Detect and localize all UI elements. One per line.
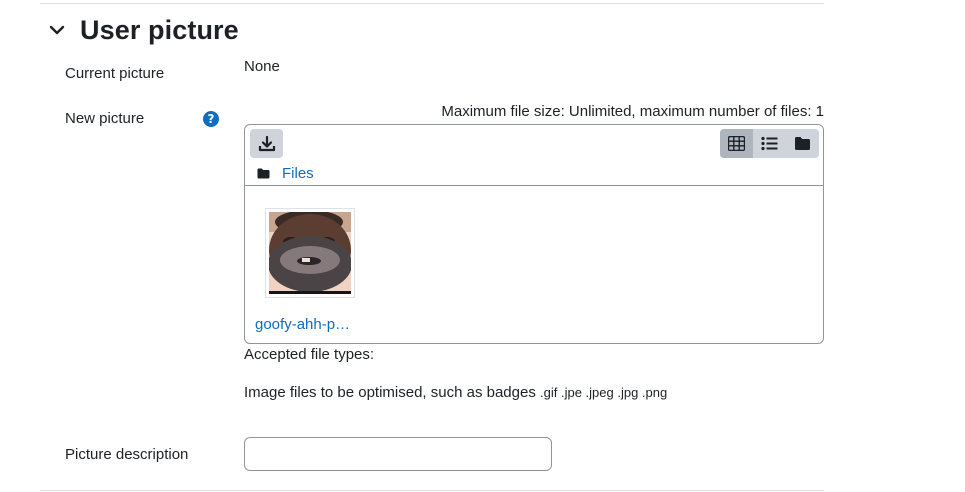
- user-picture-form: User picture Current picture None New pi…: [0, 0, 965, 492]
- breadcrumb: Files: [257, 163, 314, 183]
- max-file-info: Maximum file size: Unlimited, maximum nu…: [441, 103, 824, 120]
- picture-description-label: Picture description: [65, 446, 189, 463]
- file-name-link[interactable]: goofy-ahh-p…: [255, 316, 350, 333]
- bottom-divider: [40, 490, 824, 491]
- grid-view-button[interactable]: [720, 129, 753, 158]
- grid-view-icon: [728, 136, 745, 151]
- section-title: User picture: [80, 14, 239, 45]
- list-view-button[interactable]: [753, 129, 786, 158]
- picture-description-input[interactable]: [244, 437, 552, 471]
- folder-view-button[interactable]: [786, 129, 819, 158]
- view-switcher: [720, 129, 819, 158]
- accepted-types-line: Image files to be optimised, such as bad…: [244, 384, 667, 401]
- download-icon: [258, 135, 275, 151]
- folder-icon: [257, 168, 270, 178]
- accepted-types-description: Image files to be optimised, such as bad…: [244, 384, 536, 401]
- top-divider: [40, 3, 824, 4]
- new-picture-label: New picture: [65, 110, 145, 127]
- folder-view-icon: [795, 137, 810, 150]
- download-button[interactable]: [250, 129, 283, 158]
- file-thumbnail[interactable]: [265, 208, 355, 298]
- question-circle-icon[interactable]: ?: [203, 111, 219, 127]
- bearded-face-photo: [269, 212, 351, 294]
- file-picker: Files goofy-ahh-p…: [244, 124, 824, 344]
- chevron-down-icon[interactable]: [48, 21, 66, 39]
- list-view-icon: [761, 136, 778, 151]
- section-header[interactable]: User picture: [48, 12, 239, 48]
- current-picture-label: Current picture: [65, 65, 165, 82]
- accepted-types-extensions: .gif .jpe .jpeg .jpg .png: [540, 385, 668, 400]
- accepted-types-title: Accepted file types:: [244, 346, 375, 363]
- breadcrumb-files-link[interactable]: Files: [282, 165, 314, 182]
- file-picker-toolbar: Files: [245, 125, 823, 186]
- current-picture-value: None: [244, 58, 280, 75]
